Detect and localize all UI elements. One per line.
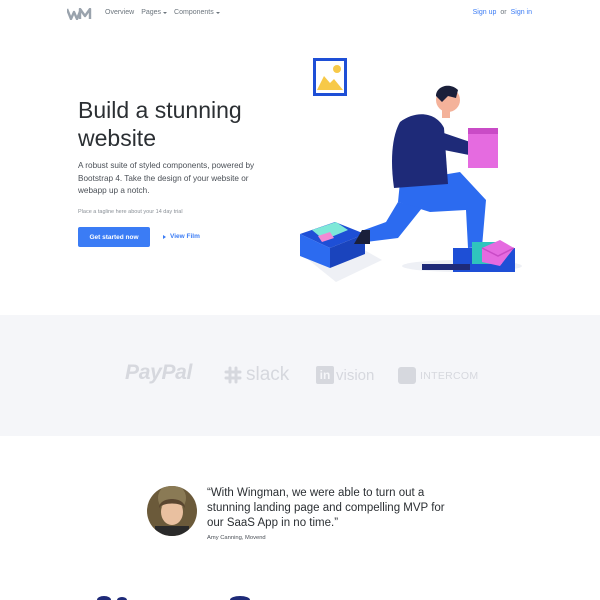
logos-band xyxy=(0,315,600,436)
intercom-logo: INTERCOM xyxy=(398,367,478,384)
avatar xyxy=(147,486,197,536)
signup-link[interactable]: Sign up xyxy=(473,9,497,16)
view-film-link[interactable]: View Film xyxy=(163,233,200,240)
top-navbar: Overview Pages Components Sign up or Sig… xyxy=(0,0,600,28)
auth-links: Sign up or Sign in xyxy=(473,9,532,16)
hero-description: A robust suite of styled components, pow… xyxy=(78,161,255,195)
hero-tagline: Place a tagline here about your 14 day t… xyxy=(78,209,183,215)
nav-overview[interactable]: Overview xyxy=(105,9,134,16)
or-text: or xyxy=(500,9,507,16)
invision-mark: in xyxy=(316,366,334,384)
nav-links: Overview Pages Components xyxy=(105,9,220,16)
testimonial-quote: “With Wingman, we were able to turn out … xyxy=(207,487,445,529)
slack-logo: slack xyxy=(224,364,289,386)
paypal-logo: PayPal xyxy=(125,361,193,384)
slack-hash-icon xyxy=(224,366,242,384)
get-started-button[interactable]: Get started now xyxy=(78,227,150,247)
signin-link[interactable]: Sign in xyxy=(511,9,532,16)
nav-components-dropdown[interactable]: Components xyxy=(174,9,220,16)
hero-illustration xyxy=(300,58,522,282)
nav-pages-dropdown[interactable]: Pages xyxy=(141,9,168,16)
wingman-logo-icon[interactable] xyxy=(67,8,93,20)
next-section-illustration-peek xyxy=(97,596,250,600)
hero-title: Build a stunning website xyxy=(78,97,242,151)
chevron-down-icon xyxy=(215,11,220,14)
testimonial-author: Amy Canning, Movend xyxy=(207,535,266,541)
chevron-down-icon xyxy=(163,11,168,14)
play-icon xyxy=(163,234,166,239)
intercom-mark-icon xyxy=(398,367,416,384)
invision-logo: in vision xyxy=(316,366,374,384)
